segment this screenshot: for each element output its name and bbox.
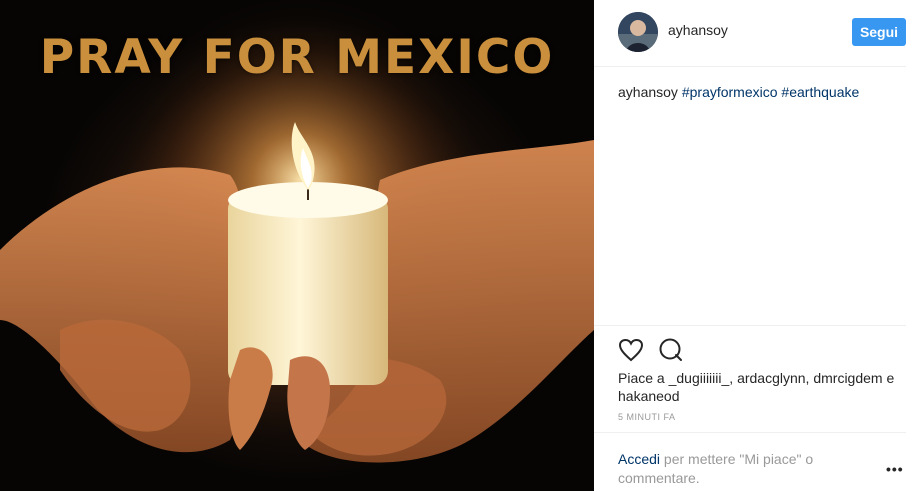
post-sidebar: ayhansoy Segui ayhansoy #prayformexico #… [594,0,920,491]
login-link[interactable]: Accedi [618,451,660,467]
more-options-icon[interactable]: ••• [886,461,904,477]
caption-username[interactable]: ayhansoy [618,84,678,100]
header-username[interactable]: ayhansoy [668,22,728,38]
post-header: ayhansoy Segui [594,0,906,67]
action-bar [594,325,906,366]
post-photo[interactable]: PRAY FOR MEXICO [0,0,594,491]
hashtag-link[interactable]: #earthquake [781,84,859,100]
login-text: Accedi per mettere "Mi piace" o commenta… [618,450,838,488]
hashtag-link[interactable]: #prayformexico [682,84,778,100]
likes-text: Piace a _dugiiiiiii_, ardacglynn, dmrcig… [618,370,895,404]
login-prompt: Accedi per mettere "Mi piace" o commenta… [594,432,906,492]
post-timestamp[interactable]: 5 MINUTI FA [618,412,676,422]
post-caption: ayhansoy #prayformexico #earthquake [618,84,859,100]
follow-button[interactable]: Segui [852,18,906,46]
avatar[interactable] [618,12,658,52]
avatar-image [618,12,658,52]
heart-icon[interactable] [618,338,644,362]
photo-title: PRAY FOR MEXICO [39,30,555,85]
comment-icon[interactable] [658,338,684,362]
